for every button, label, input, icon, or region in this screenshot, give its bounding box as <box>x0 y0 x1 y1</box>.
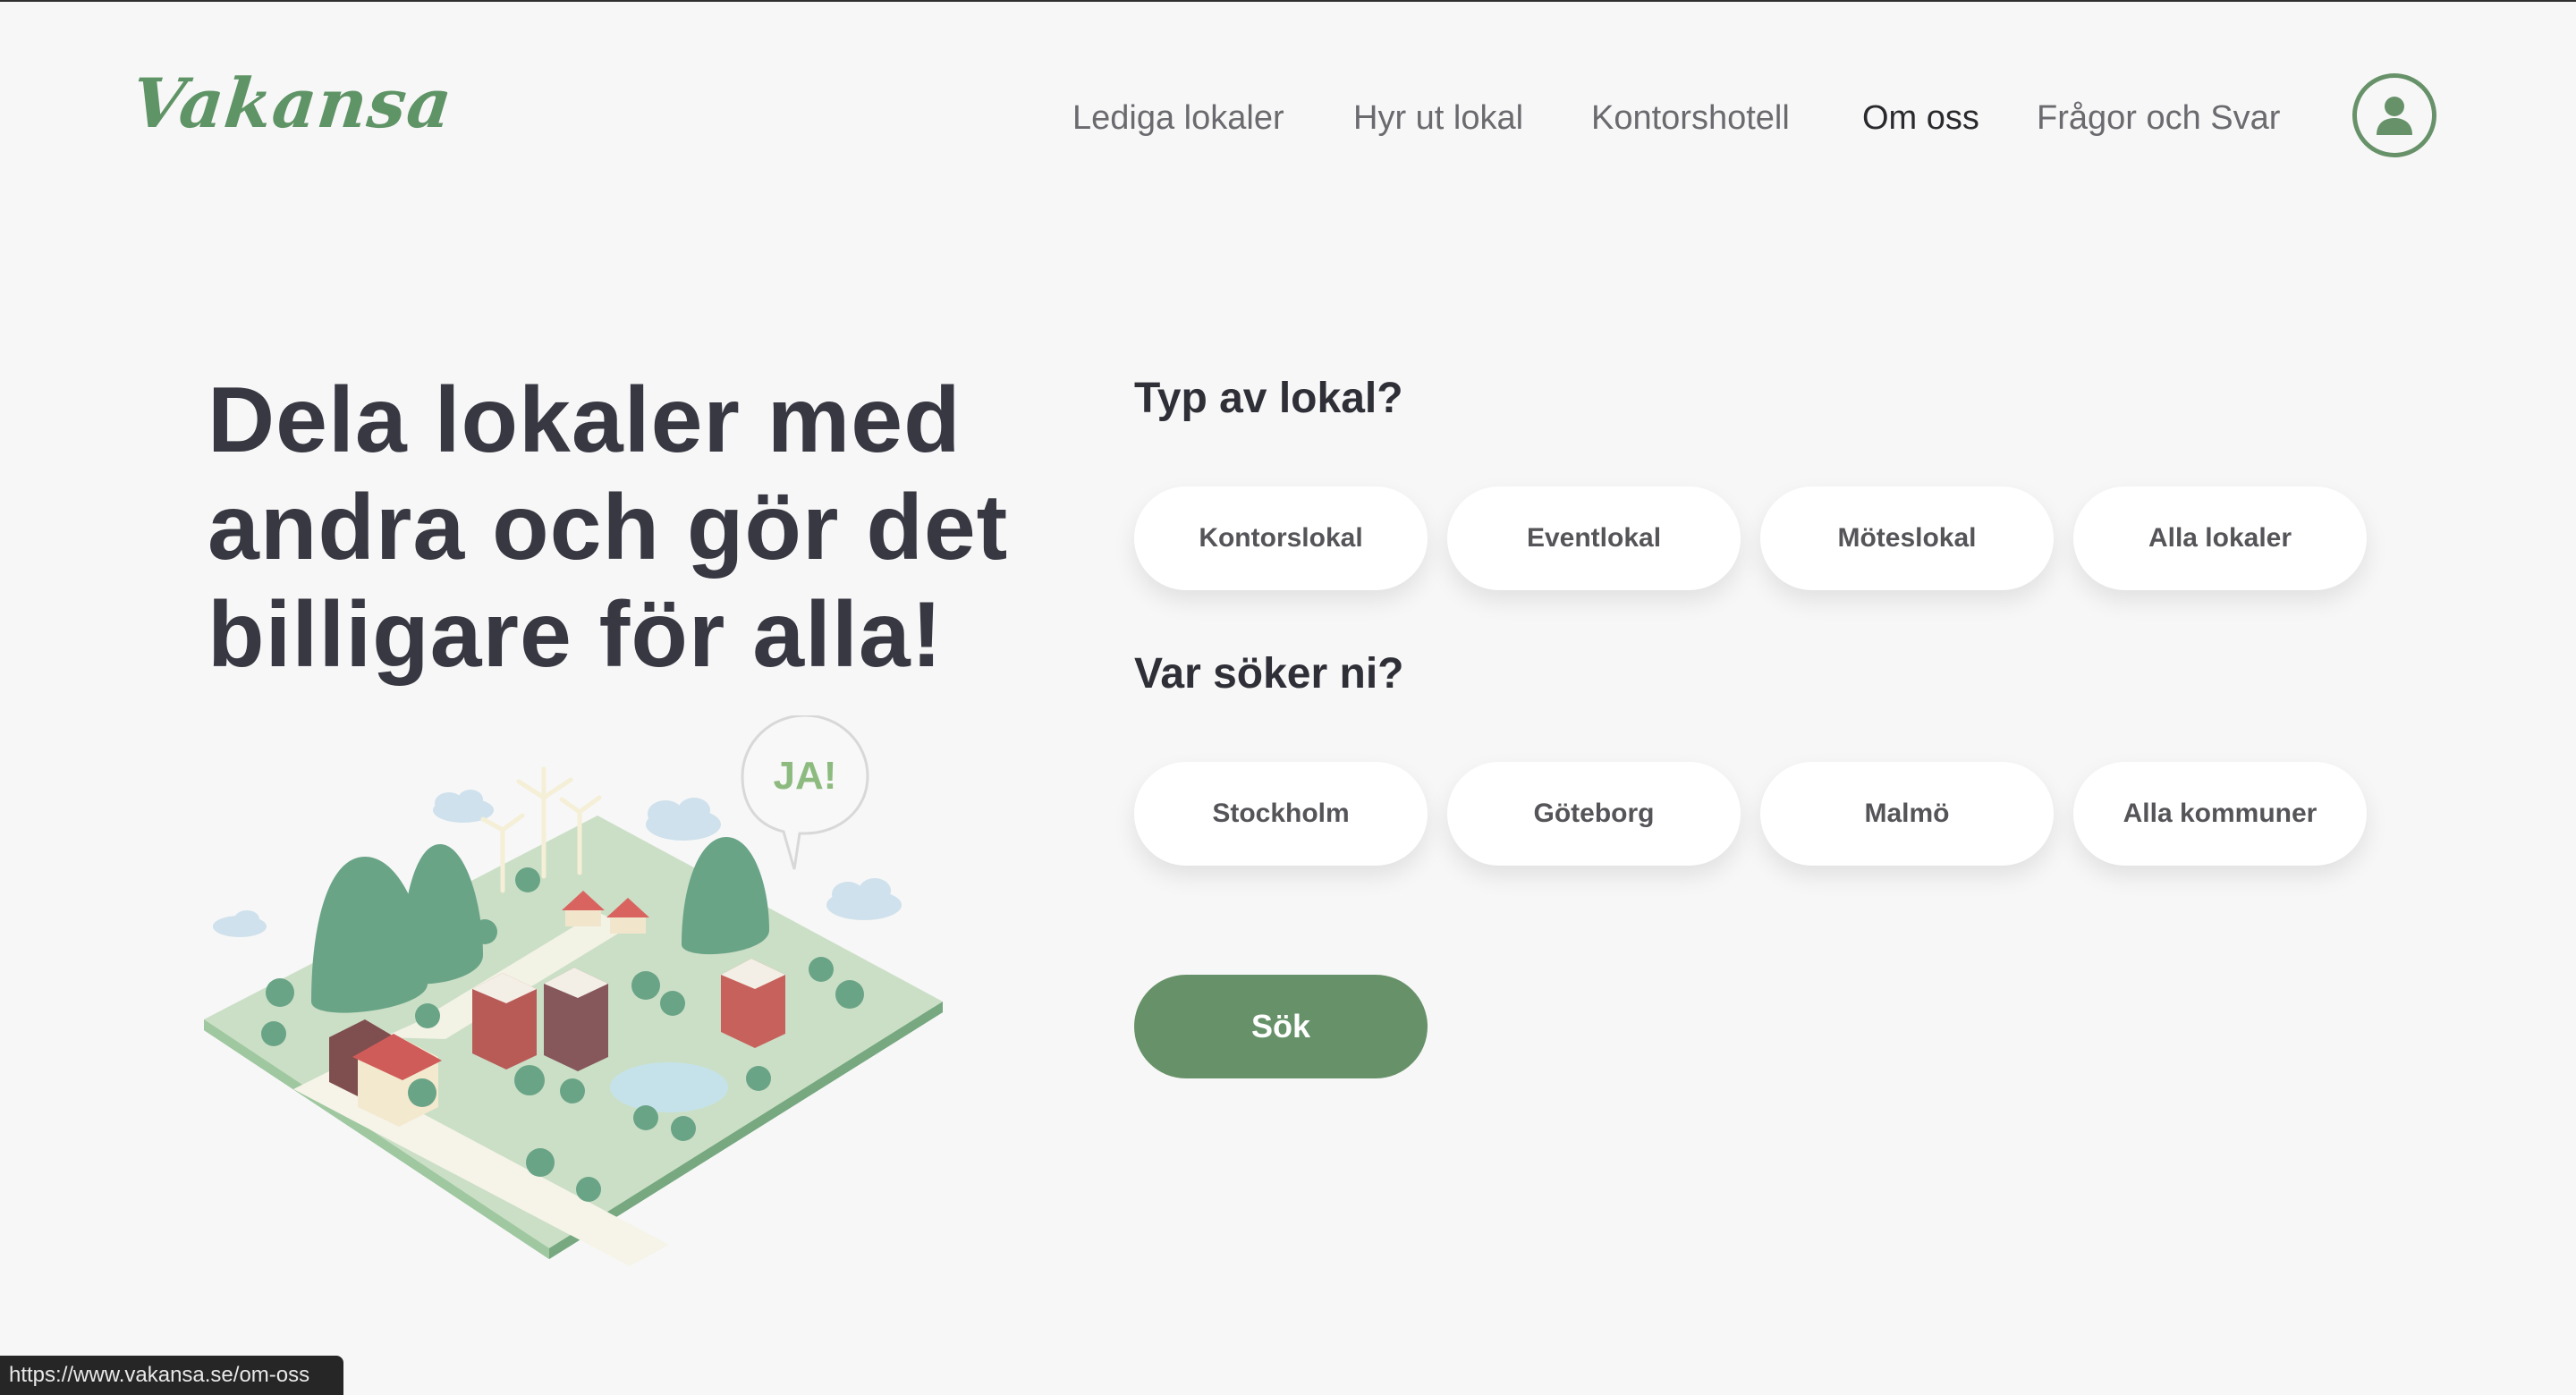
main-nav: Lediga lokaler Hyr ut lokal Kontorshotel… <box>0 93 2576 147</box>
hero-title-line: Dela lokaler med <box>208 368 962 472</box>
hero-title-line: billigare för alla! <box>208 583 944 687</box>
nav-lediga-lokaler[interactable]: Lediga lokaler <box>1072 93 1284 143</box>
type-heading: Typ av lokal? <box>1134 375 1403 422</box>
hero-title: Dela lokaler med andra och gör det billi… <box>208 367 1102 689</box>
town-illustration: JA! <box>204 715 943 1266</box>
nav-kontorshotell[interactable]: Kontorshotell <box>1591 93 1790 143</box>
type-option-moteslokal[interactable]: Möteslokal <box>1760 486 2054 590</box>
speech-bubble-text: JA! <box>774 754 837 798</box>
type-option-eventlokal[interactable]: Eventlokal <box>1447 486 1741 590</box>
status-bar-url: https://www.vakansa.se/om-oss <box>0 1356 343 1395</box>
location-heading: Var söker ni? <box>1134 650 1404 698</box>
location-option-alla-kommuner[interactable]: Alla kommuner <box>2073 762 2367 866</box>
speech-bubble: JA! <box>741 715 869 870</box>
location-option-goteborg[interactable]: Göteborg <box>1447 762 1741 866</box>
cloud-icon <box>213 910 267 937</box>
type-option-alla-lokaler[interactable]: Alla lokaler <box>2073 486 2367 590</box>
location-option-malmo[interactable]: Malmö <box>1760 762 2054 866</box>
nav-om-oss[interactable]: Om oss <box>1862 93 1979 143</box>
hero-title-line: andra och gör det <box>208 476 1009 579</box>
search-button[interactable]: Sök <box>1134 975 1428 1078</box>
cloud-icon <box>826 878 902 920</box>
user-icon <box>2377 97 2412 135</box>
cloud-icon <box>646 798 721 841</box>
location-option-stockholm[interactable]: Stockholm <box>1134 762 1428 866</box>
nav-hyr-ut-lokal[interactable]: Hyr ut lokal <box>1353 93 1523 143</box>
window-top-border <box>0 0 2576 2</box>
nav-fragor-och-svar[interactable]: Frågor och Svar <box>2037 93 2280 143</box>
type-option-kontorslokal[interactable]: Kontorslokal <box>1134 486 1428 590</box>
profile-button[interactable] <box>2352 73 2436 157</box>
